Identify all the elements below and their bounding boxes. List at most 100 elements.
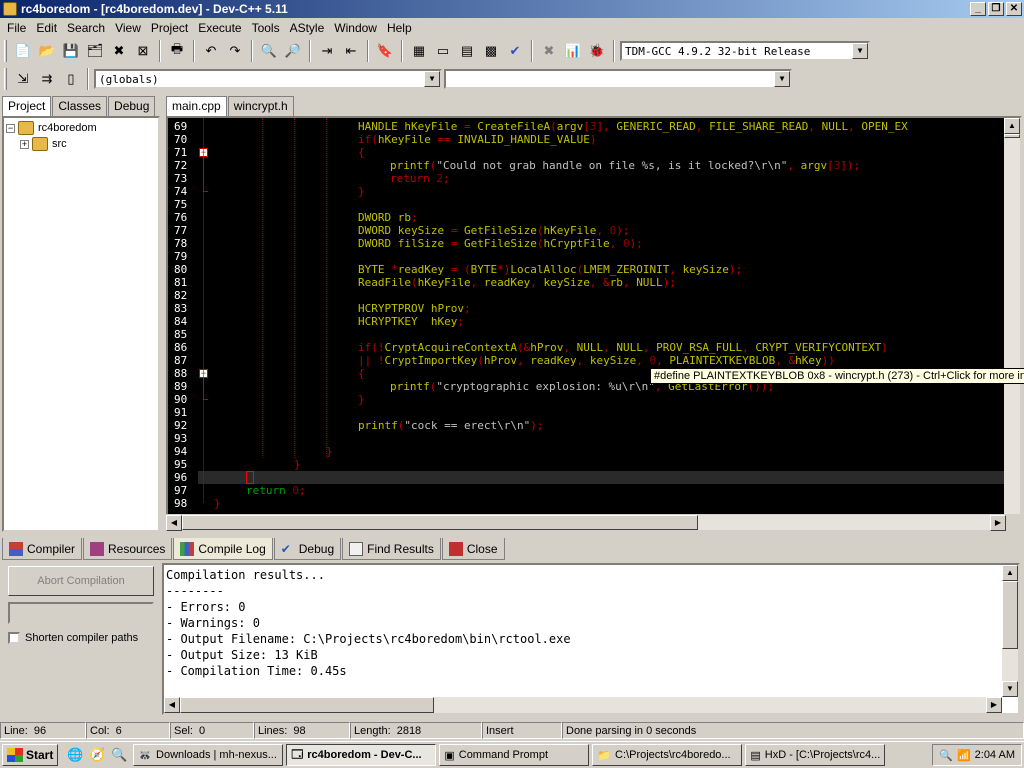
print-icon[interactable]: 🖶 [166,40,188,62]
menu-window[interactable]: Window [329,21,382,35]
tab-project[interactable]: Project [2,96,52,116]
compile-log[interactable]: Compilation results... -------- - Errors… [162,563,1020,715]
find-icon[interactable]: 🔍 [258,40,280,62]
compile-run-icon[interactable]: ▤ [456,40,478,62]
menu-help[interactable]: Help [382,21,417,35]
editor-vertical-scrollbar[interactable]: ▲ [1004,118,1020,514]
run-icon[interactable]: ▭ [432,40,454,62]
replace-icon[interactable]: 🔎 [282,40,304,62]
rebuild-icon[interactable]: ▩ [480,40,502,62]
close-file-icon[interactable]: ✖ [108,40,130,62]
search-icon[interactable]: 🔍 [108,744,130,766]
tab-resources[interactable]: Resources [83,538,173,560]
tab-classes[interactable]: Classes [52,96,108,116]
toggle-icon[interactable]: ⇉ [36,68,58,90]
goto-line-icon[interactable]: ⇥ [316,40,338,62]
scroll-up-icon[interactable]: ▲ [1002,565,1018,581]
tab-debug-bottom[interactable]: ✔ Debug [273,538,342,560]
tree-item-src[interactable]: + src [6,136,156,152]
code-editor[interactable]: 69 70 71 72 73 74 75 76 77 78 79 80 81 82 83 84 85 86 87 88… [166,116,1022,516]
task-explorer[interactable]: 📁 C:\Projects\rc4boredo... [592,744,743,766]
bookmark-icon[interactable]: 🔖 [374,40,396,62]
shorten-paths-checkbox[interactable] [8,632,20,644]
scope-select[interactable]: (globals) ▼ [94,69,442,89]
scroll-right-icon[interactable]: ▶ [990,515,1006,531]
redo-icon[interactable]: ↷ [224,40,246,62]
tray-network-icon[interactable]: 📶 [957,749,971,762]
shorten-paths-option[interactable]: Shorten compiler paths [8,632,138,644]
tab-compile-log[interactable]: Compile Log [173,538,273,560]
open-file-icon[interactable]: 📂 [36,40,58,62]
menu-file[interactable]: File [2,21,31,35]
new-file-icon[interactable]: 📄 [12,40,34,62]
tab-debug[interactable]: Debug [108,96,156,116]
code-line: return 2; [390,172,450,185]
menu-astyle[interactable]: AStyle [285,21,330,35]
chevron-down-icon[interactable]: ▼ [852,43,868,59]
toolbar-grip[interactable] [4,68,7,90]
menu-tools[interactable]: Tools [247,21,285,35]
clock[interactable]: 2:04 AM [975,749,1015,761]
compile-icon[interactable]: ▦ [408,40,430,62]
log-horizontal-scrollbar[interactable]: ◀ ▶ [164,697,1002,713]
close-all-icon[interactable]: ⊠ [132,40,154,62]
menu-execute[interactable]: Execute [193,21,246,35]
minimize-button[interactable]: _ [970,2,986,16]
tray-search-icon[interactable]: 🔍 [939,749,953,762]
abort-compilation-button[interactable]: Abort Compilation [8,566,154,596]
scroll-thumb[interactable] [1004,134,1020,138]
tab-find-results[interactable]: Find Results [342,538,441,560]
scroll-thumb[interactable] [180,697,434,713]
profile-chart-icon[interactable]: 📊 [562,40,584,62]
save-icon[interactable]: 💾 [60,40,82,62]
log-vertical-scrollbar[interactable]: ▲ ▼ [1002,565,1018,697]
stop-execution-icon[interactable]: ✖ [538,40,560,62]
close-button[interactable]: ✕ [1006,2,1022,16]
undo-icon[interactable]: ↶ [200,40,222,62]
code-area[interactable]: HANDLE hKeyFile = CreateFileA(argv[3], G… [198,118,1004,514]
tab-compiler[interactable]: Compiler [2,538,83,560]
editor-horizontal-scrollbar[interactable]: ◀ ▶ [166,514,1006,531]
scroll-thumb[interactable] [182,515,698,530]
insert-icon[interactable]: ⇲ [12,68,34,90]
start-button[interactable]: Start [2,744,59,766]
collapse-icon[interactable]: − [6,123,15,133]
menu-project[interactable]: Project [146,21,193,35]
debug-bug-icon[interactable]: 🐞 [586,40,608,62]
code-line: HCRYPTPROV hProv; [358,302,471,315]
save-all-icon[interactable]: 🗂 [84,40,106,62]
tab-main-cpp[interactable]: main.cpp [166,96,227,116]
chevron-down-icon[interactable]: ▼ [774,71,790,87]
scroll-up-icon[interactable]: ▲ [1004,118,1020,134]
goto-icon[interactable]: ▯ [60,68,82,90]
scroll-right-icon[interactable]: ▶ [986,697,1002,713]
toolbar-grip[interactable] [4,40,7,62]
tab-close[interactable]: Close [441,538,505,560]
menu-search[interactable]: Search [62,21,110,35]
chevron-down-icon[interactable]: ▼ [424,71,440,87]
code-token: 0 [292,484,299,497]
task-hxd[interactable]: ▤ HxD - [C:\Projects\rc4... [745,744,886,766]
scroll-down-icon[interactable]: ▼ [1002,681,1018,697]
compiler-select[interactable]: TDM-GCC 4.9.2 32-bit Release ▼ [620,41,870,61]
task-devcpp[interactable]: 🗔 rc4boredom - Dev-C... [286,744,437,766]
task-command-prompt[interactable]: ▣ Command Prompt [439,744,590,766]
function-select[interactable]: ▼ [444,69,792,89]
line-number: 89 [174,380,188,393]
restore-button[interactable]: ❐ [988,2,1004,16]
syntax-check-icon[interactable]: ✔ [504,40,526,62]
menu-view[interactable]: View [110,21,146,35]
browser-icon[interactable]: 🧭 [86,744,108,766]
expand-icon[interactable]: + [20,139,29,149]
scroll-left-icon[interactable]: ◀ [164,697,180,713]
task-downloads[interactable]: 🦝 Downloads | mh-nexus... [133,744,284,766]
firefox-icon[interactable]: 🌐 [64,744,86,766]
scroll-left-icon[interactable]: ◀ [166,515,182,531]
menu-edit[interactable]: Edit [31,21,62,35]
tab-wincrypt-h[interactable]: wincrypt.h [227,96,294,116]
tree-item-root[interactable]: − rc4boredom [6,120,156,136]
hxd-icon: ▤ [750,749,761,762]
scroll-thumb[interactable] [1002,581,1018,649]
devcpp-app-icon[interactable] [3,2,17,16]
indent-icon[interactable]: ⇤ [340,40,362,62]
